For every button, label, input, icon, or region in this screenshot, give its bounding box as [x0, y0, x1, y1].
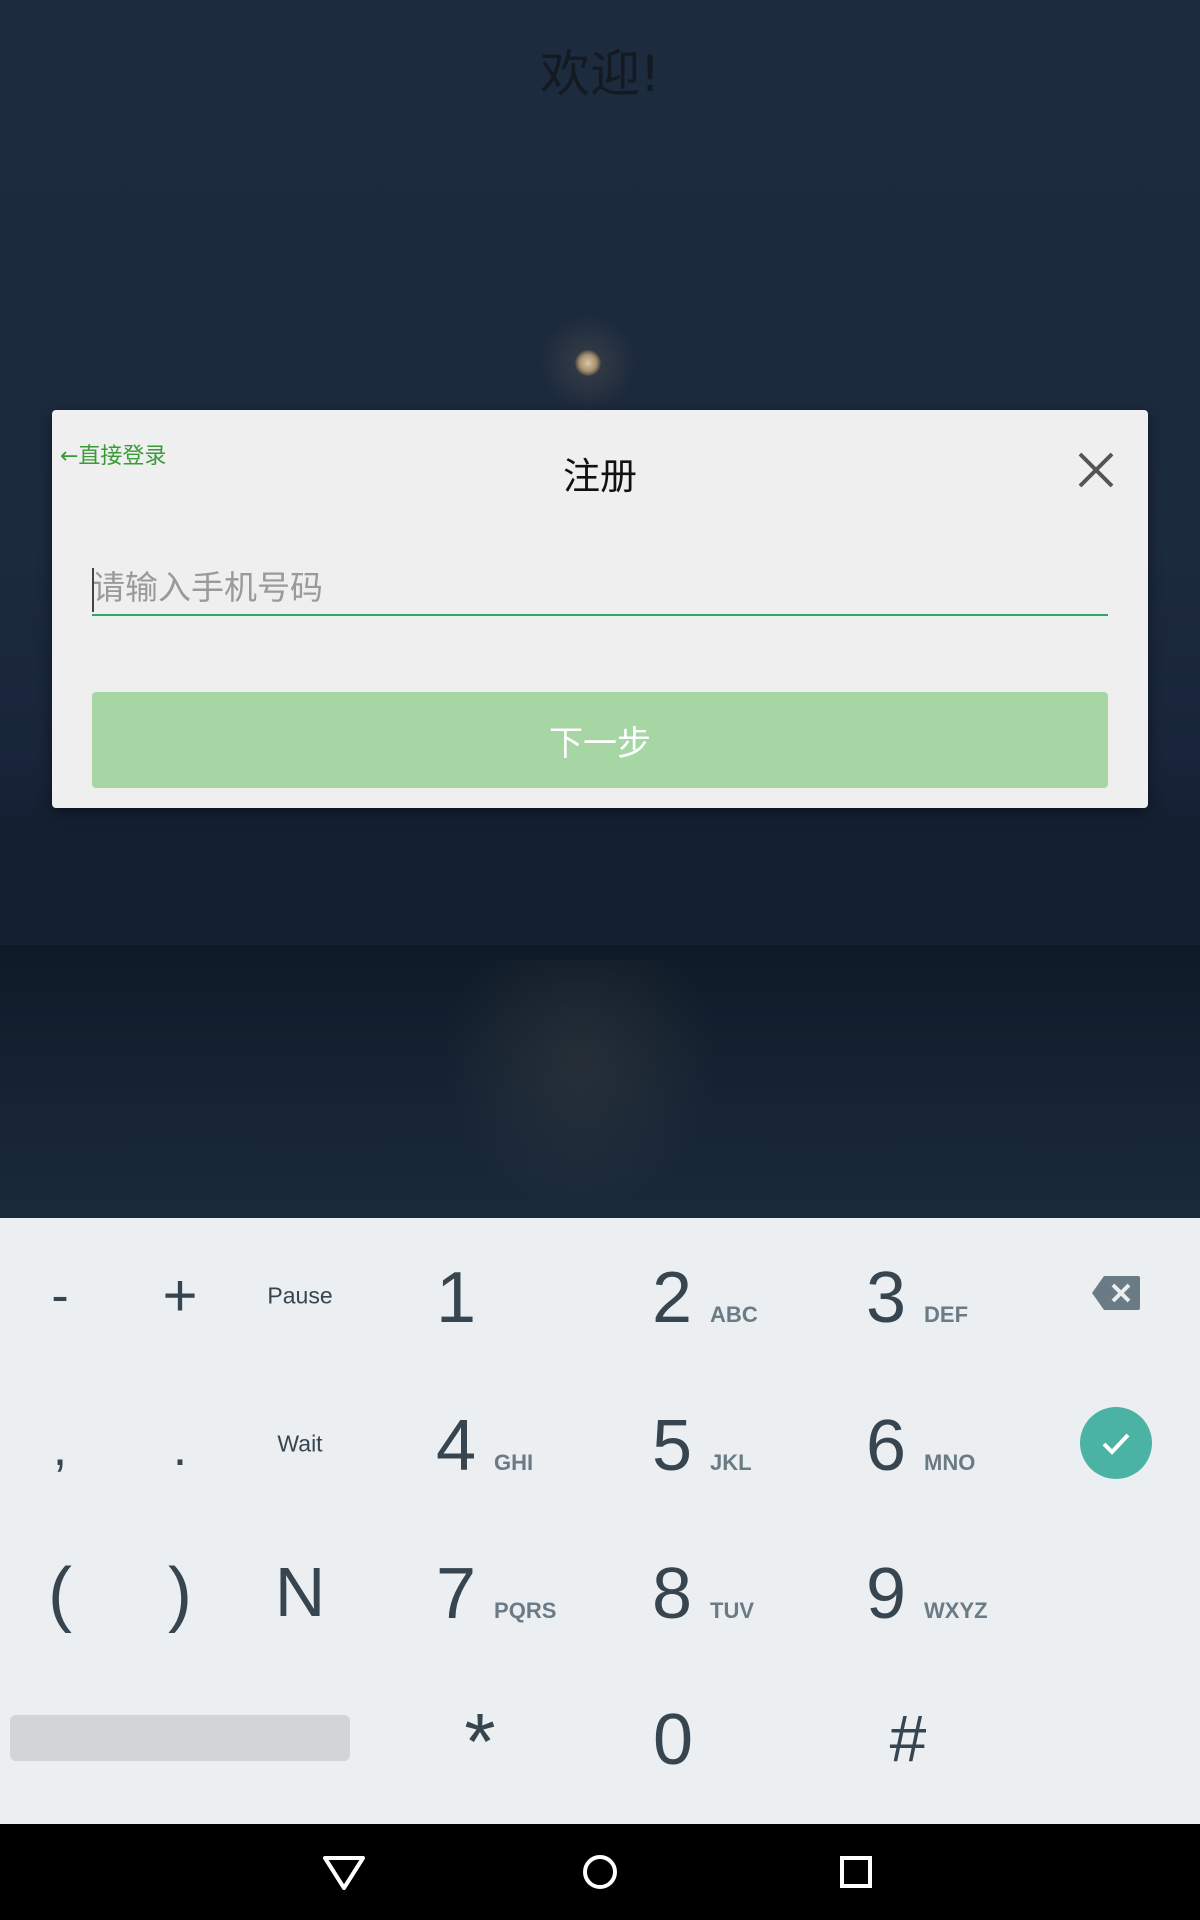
key-letters: WXYZ	[924, 1598, 988, 1623]
key-0[interactable]: 0	[653, 1704, 693, 1776]
key-7[interactable]: 7 PQRS	[436, 1558, 556, 1630]
key-digit: 5	[652, 1406, 693, 1486]
key-digit: 4	[436, 1406, 477, 1486]
nav-recents-button[interactable]	[830, 1846, 882, 1898]
key-letters: GHI	[494, 1450, 534, 1475]
key-letters: DEF	[924, 1302, 969, 1327]
register-dialog: ←直接登录 注册 下一步	[52, 410, 1148, 808]
key-period[interactable]: .	[173, 1422, 187, 1474]
key-digit: 6	[866, 1406, 907, 1486]
backspace-icon	[1092, 1276, 1140, 1310]
key-digit: 8	[652, 1554, 693, 1634]
key-plus[interactable]: +	[162, 1266, 197, 1326]
key-comma[interactable]: ,	[53, 1422, 67, 1474]
key-letters: MNO	[924, 1450, 976, 1475]
key-letters: ABC	[710, 1302, 758, 1327]
key-5[interactable]: 5 JKL	[652, 1410, 752, 1482]
key-paren-close[interactable]: )	[168, 1558, 192, 1630]
next-step-button[interactable]: 下一步	[92, 692, 1108, 788]
key-digit: 9	[866, 1554, 907, 1634]
dialog-title: 注册	[563, 455, 637, 498]
key-minus[interactable]: -	[51, 1270, 68, 1322]
key-paren-open[interactable]: (	[48, 1558, 72, 1630]
key-digit: 7	[436, 1554, 477, 1634]
check-icon	[1102, 1433, 1130, 1455]
key-2[interactable]: 2 ABC	[652, 1262, 758, 1334]
circle-home-icon	[583, 1855, 617, 1889]
welcome-title: 欢迎!	[539, 45, 661, 103]
key-digit: 3	[866, 1258, 907, 1338]
backspace-button[interactable]	[1090, 1274, 1142, 1312]
phone-number-input[interactable]	[92, 560, 1108, 616]
moon	[575, 350, 601, 376]
key-digit: 2	[652, 1258, 693, 1338]
text-caret	[92, 568, 94, 612]
nav-home-button[interactable]	[574, 1846, 626, 1898]
system-navigation-bar	[0, 1824, 1200, 1920]
key-digit: 1	[436, 1258, 477, 1338]
close-button[interactable]	[1074, 448, 1118, 492]
key-letters: TUV	[710, 1598, 755, 1623]
key-pause[interactable]: Pause	[267, 1284, 332, 1308]
key-letters: JKL	[710, 1450, 752, 1475]
key-hash[interactable]: #	[890, 1705, 927, 1771]
key-n[interactable]: N	[275, 1557, 326, 1627]
key-6[interactable]: 6 MNO	[866, 1410, 975, 1482]
key-wait[interactable]: Wait	[277, 1432, 322, 1456]
nav-back-button[interactable]	[318, 1846, 370, 1898]
key-3[interactable]: 3 DEF	[866, 1262, 968, 1334]
key-star[interactable]: *	[464, 1702, 495, 1782]
triangle-back-icon	[323, 1856, 365, 1890]
key-9[interactable]: 9 WXYZ	[866, 1558, 988, 1630]
key-letters: PQRS	[494, 1598, 557, 1623]
square-recents-icon	[840, 1856, 872, 1888]
key-4[interactable]: 4 GHI	[436, 1410, 533, 1482]
sea-glint	[440, 960, 720, 1210]
key-8[interactable]: 8 TUV	[652, 1558, 754, 1630]
key-1[interactable]: 1	[436, 1262, 476, 1334]
confirm-button[interactable]	[1080, 1407, 1152, 1479]
close-icon	[1078, 452, 1114, 488]
space-key[interactable]	[10, 1715, 350, 1761]
